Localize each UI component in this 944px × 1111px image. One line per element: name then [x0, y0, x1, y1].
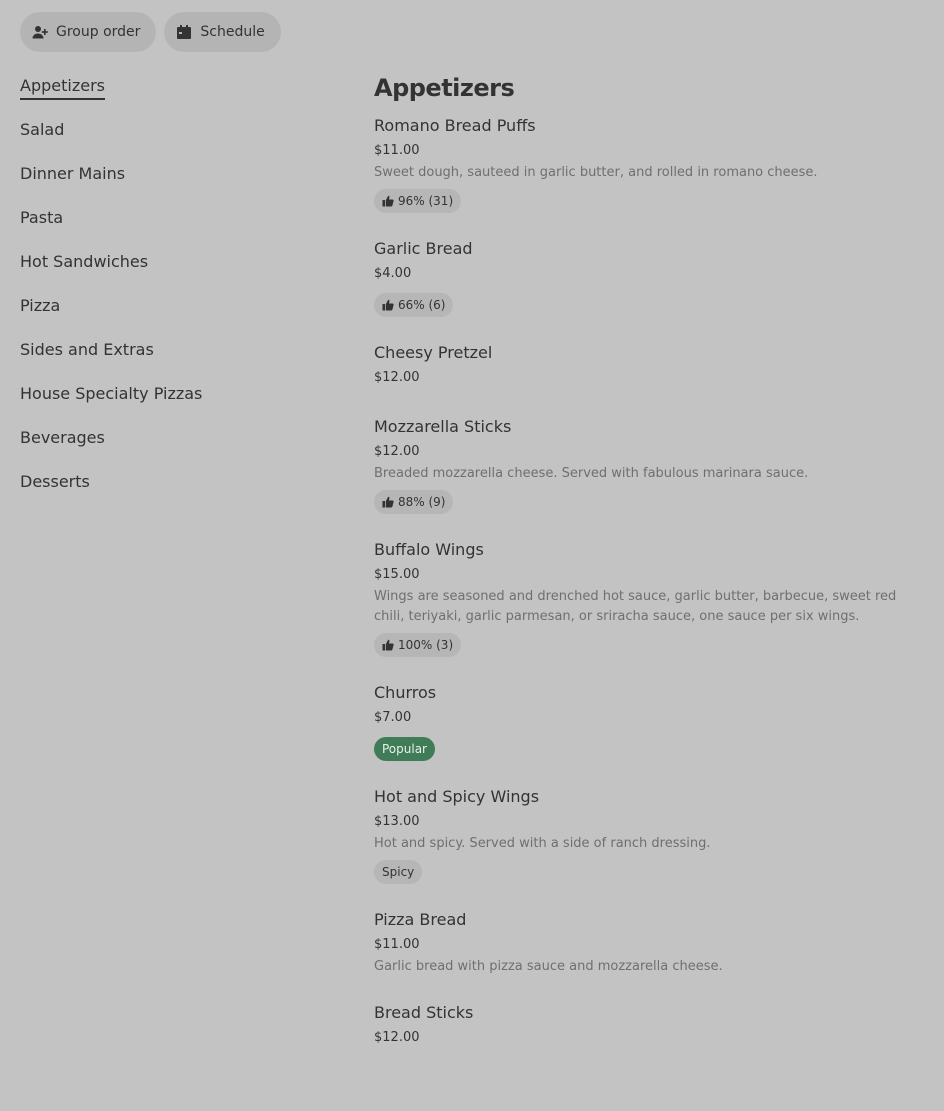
menu-item-pizza-bread[interactable]: Pizza Bread $11.00 Garlic bread with piz…	[374, 908, 924, 977]
menu-item-hot-and-spicy-wings[interactable]: Hot and Spicy Wings $13.00 Hot and spicy…	[374, 785, 924, 884]
sidebar-item-label: Sides and Extras	[20, 340, 154, 359]
menu-item-romano-bread-puffs[interactable]: Romano Bread Puffs $11.00 Sweet dough, s…	[374, 114, 924, 213]
thumbs-up-icon	[382, 195, 394, 207]
sidebar-item-pasta[interactable]: Pasta	[20, 204, 320, 248]
item-description: Wings are seasoned and drenched hot sauc…	[374, 589, 897, 624]
store-menu-page: Group order Schedule Appetizers Salad Di…	[0, 0, 944, 1111]
sidebar-item-label: Desserts	[20, 472, 90, 491]
item-name: Churros	[374, 683, 437, 702]
group-order-label: Group order	[56, 24, 141, 40]
item-price: $12.00	[374, 444, 420, 459]
item-name: Buffalo Wings	[374, 540, 484, 559]
item-description: Hot and spicy. Served with a side of ran…	[374, 836, 711, 851]
rating-text: 66% (6)	[398, 298, 446, 312]
item-name: Pizza Bread	[374, 910, 467, 929]
item-price: $12.00	[374, 370, 420, 385]
item-description: Breaded mozzarella cheese. Served with f…	[374, 466, 809, 481]
sidebar-item-label: House Specialty Pizzas	[20, 384, 203, 403]
sidebar-item-label: Hot Sandwiches	[20, 252, 149, 271]
item-name: Mozzarella Sticks	[374, 417, 512, 436]
sidebar-item-sides-and-extras[interactable]: Sides and Extras	[20, 336, 320, 380]
group-order-button[interactable]: Group order	[20, 12, 157, 52]
sidebar-item-appetizers[interactable]: Appetizers	[20, 72, 320, 116]
item-price: $11.00	[374, 937, 420, 952]
item-description: Sweet dough, sauteed in garlic butter, a…	[374, 165, 818, 180]
item-price: $4.00	[374, 266, 412, 281]
schedule-button[interactable]: Schedule	[164, 12, 281, 52]
item-name: Bread Sticks	[374, 1003, 474, 1022]
sidebar-item-salad[interactable]: Salad	[20, 116, 320, 160]
sidebar-item-label: Beverages	[20, 428, 105, 447]
sidebar-item-hot-sandwiches[interactable]: Hot Sandwiches	[20, 248, 320, 292]
menu-section: Appetizers Romano Bread Puffs $11.00 Swe…	[374, 72, 924, 1075]
category-sidebar: Appetizers Salad Dinner Mains Pasta Hot …	[20, 72, 320, 512]
sidebar-item-desserts[interactable]: Desserts	[20, 468, 320, 512]
item-name: Garlic Bread	[374, 239, 473, 258]
section-title: Appetizers	[374, 74, 515, 102]
item-price: $12.00	[374, 1030, 420, 1045]
sidebar-item-dinner-mains[interactable]: Dinner Mains	[20, 160, 320, 204]
thumbs-up-icon	[382, 496, 394, 508]
menu-item-mozzarella-sticks[interactable]: Mozzarella Sticks $12.00 Breaded mozzare…	[374, 415, 924, 514]
sidebar-item-pizza[interactable]: Pizza	[20, 292, 320, 336]
item-price: $7.00	[374, 710, 412, 725]
menu-item-garlic-bread[interactable]: Garlic Bread $4.00 66% (6)	[374, 237, 924, 317]
add-person-icon	[32, 24, 48, 40]
spicy-badge: Spicy	[374, 860, 423, 884]
item-name: Hot and Spicy Wings	[374, 787, 540, 806]
sidebar-item-label: Pizza	[20, 296, 61, 315]
sidebar-item-house-specialty-pizzas[interactable]: House Specialty Pizzas	[20, 380, 320, 424]
menu-item-bread-sticks[interactable]: Bread Sticks $12.00	[374, 1001, 924, 1051]
rating-text: 88% (9)	[398, 495, 446, 509]
thumbs-up-icon	[382, 299, 394, 311]
calendar-icon	[176, 24, 192, 40]
sidebar-item-label: Appetizers	[20, 74, 105, 100]
item-price: $15.00	[374, 567, 420, 582]
sidebar-item-label: Salad	[20, 120, 65, 139]
item-price: $13.00	[374, 814, 420, 829]
thumbs-up-icon	[382, 639, 394, 651]
rating-badge: 96% (31)	[374, 189, 462, 213]
menu-item-cheesy-pretzel[interactable]: Cheesy Pretzel $12.00	[374, 341, 924, 391]
menu-item-churros[interactable]: Churros $7.00 Popular	[374, 681, 924, 761]
sidebar-item-label: Pasta	[20, 208, 64, 227]
menu-item-buffalo-wings[interactable]: Buffalo Wings $15.00 Wings are seasoned …	[374, 538, 924, 657]
sidebar-item-beverages[interactable]: Beverages	[20, 424, 320, 468]
rating-badge: 100% (3)	[374, 633, 462, 657]
popular-badge: Popular	[374, 737, 435, 761]
top-actions: Group order Schedule	[20, 12, 281, 52]
rating-badge: 66% (6)	[374, 293, 454, 317]
schedule-label: Schedule	[200, 24, 265, 40]
rating-text: 96% (31)	[398, 194, 454, 208]
item-name: Romano Bread Puffs	[374, 116, 536, 135]
item-price: $11.00	[374, 143, 420, 158]
sidebar-item-label: Dinner Mains	[20, 164, 126, 183]
item-name: Cheesy Pretzel	[374, 343, 493, 362]
item-description: Garlic bread with pizza sauce and mozzar…	[374, 959, 723, 974]
rating-text: 100% (3)	[398, 638, 454, 652]
rating-badge: 88% (9)	[374, 490, 454, 514]
